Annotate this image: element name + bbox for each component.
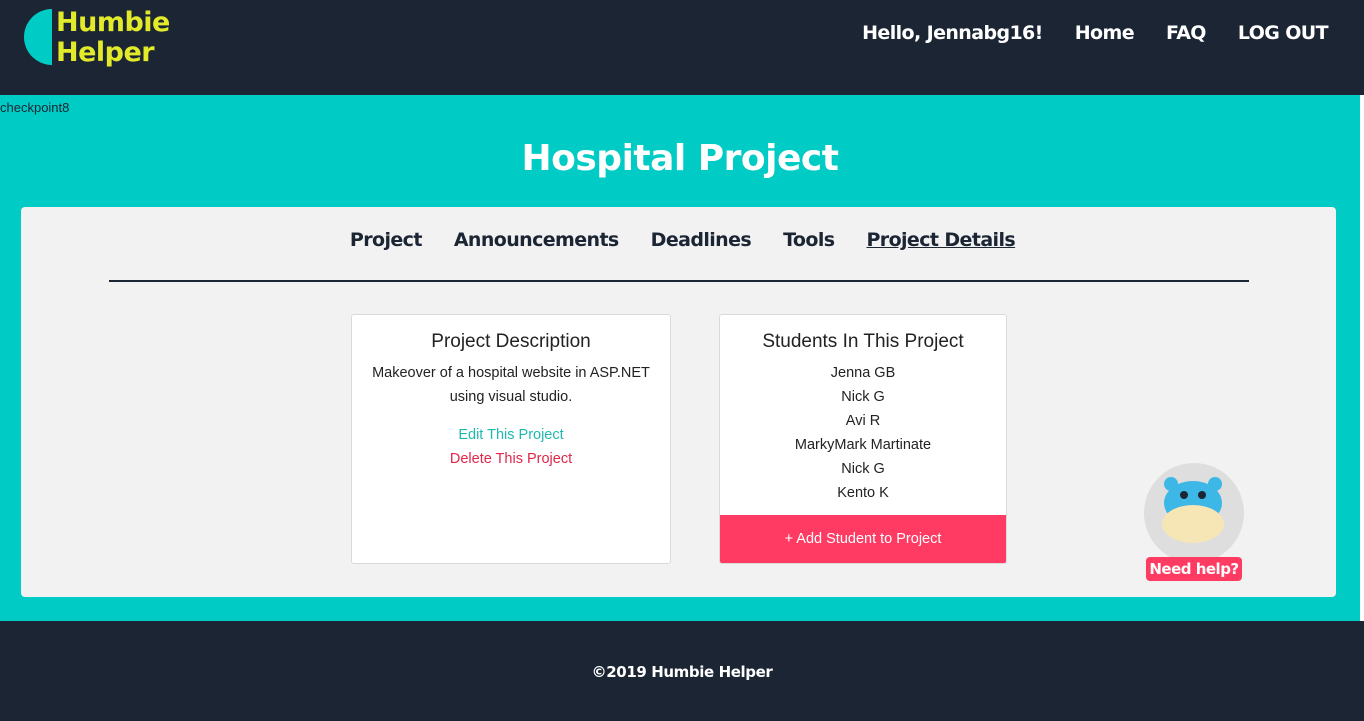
edit-project-link[interactable]: Edit This Project <box>352 423 670 447</box>
student-item: Nick G <box>841 389 885 405</box>
help-avatar-circle[interactable] <box>1144 463 1244 563</box>
hippo-snout-icon <box>1162 505 1224 543</box>
tab-project-details[interactable]: Project Details <box>866 229 1015 251</box>
project-tabs: Project Announcements Deadlines Tools Pr… <box>21 229 1336 251</box>
nav-home-link[interactable]: Home <box>1075 22 1135 44</box>
tab-announcements[interactable]: Announcements <box>454 229 619 251</box>
student-item: MarkyMark Martinate <box>794 437 932 453</box>
need-help-button[interactable]: Need help? <box>1146 557 1242 581</box>
logo-line-1: Humbie <box>56 7 170 38</box>
logo-line-2: Helper <box>56 37 155 68</box>
site-logo[interactable]: Humbie Helper <box>24 8 184 72</box>
students-card-title: Students In This Project <box>762 331 964 352</box>
students-list: Jenna GB Nick G Avi R MarkyMark Martinat… <box>720 361 1006 505</box>
project-panel: Project Announcements Deadlines Tools Pr… <box>21 207 1336 597</box>
tabs-divider <box>109 280 1249 282</box>
students-card: Students In This Project Jenna GB Nick G… <box>719 314 1007 564</box>
top-nav: Hello, Jennabg16! Home FAQ LOG OUT <box>862 22 1328 44</box>
debug-text: checkpoint8 <box>0 100 70 115</box>
project-description-text: Makeover of a hospital website in ASP.NE… <box>372 365 650 405</box>
page-title: Hospital Project <box>521 138 839 179</box>
student-item: Kento K <box>837 485 889 501</box>
student-item: Nick G <box>841 461 885 477</box>
nav-logout-link[interactable]: LOG OUT <box>1238 22 1329 44</box>
logo-text: Humbie Helper <box>56 8 170 68</box>
student-item: Avi R <box>845 413 881 429</box>
student-item: Jenna GB <box>830 365 896 381</box>
help-widget[interactable]: Need help? <box>1144 463 1244 583</box>
nav-faq-link[interactable]: FAQ <box>1166 22 1206 44</box>
tab-deadlines[interactable]: Deadlines <box>651 229 752 251</box>
add-student-button[interactable]: + Add Student to Project <box>720 515 1006 563</box>
logo-half-circle-icon <box>24 9 52 65</box>
site-footer: ©2019 Humbie Helper <box>0 621 1364 721</box>
user-greeting: Hello, Jennabg16! <box>862 22 1043 44</box>
delete-project-link[interactable]: Delete This Project <box>352 447 670 471</box>
site-header: Humbie Helper Hello, Jennabg16! Home FAQ… <box>0 0 1364 95</box>
page-edge-strip <box>1360 95 1364 621</box>
footer-copyright: ©2019 Humbie Helper <box>591 663 773 681</box>
description-card-title: Project Description <box>431 331 591 352</box>
hippo-eye-right-icon <box>1198 491 1206 499</box>
project-description-card: Project Description Makeover of a hospit… <box>351 314 671 564</box>
tab-project[interactable]: Project <box>350 229 423 251</box>
tab-tools[interactable]: Tools <box>783 229 835 251</box>
hippo-eye-left-icon <box>1180 491 1188 499</box>
